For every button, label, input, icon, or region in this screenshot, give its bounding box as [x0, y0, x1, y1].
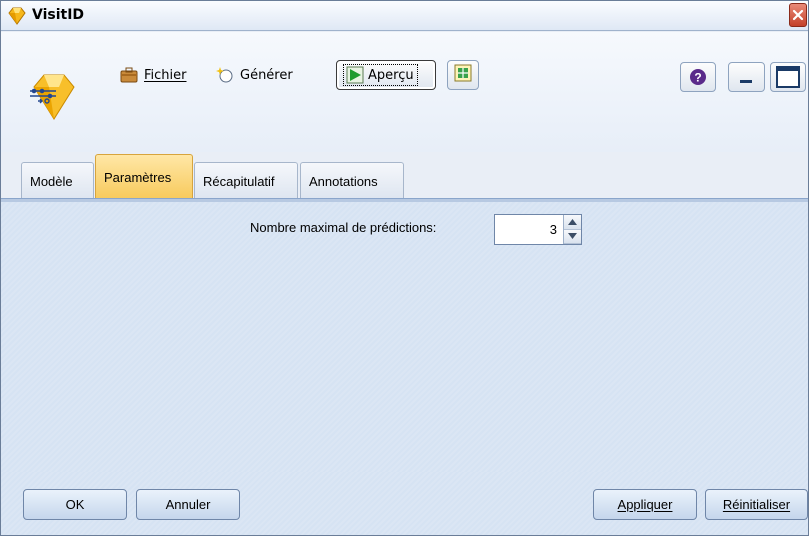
arrow-up-icon [568, 218, 577, 225]
tab-annotations[interactable]: Annotations [300, 162, 404, 200]
help-button[interactable]: ? [680, 62, 716, 92]
apply-label: Appliquer [617, 497, 673, 512]
apply-button[interactable]: Appliquer [593, 489, 697, 520]
cancel-label: Annuler [165, 497, 211, 512]
fichier-label: Fichier [144, 67, 187, 83]
spin-down-button[interactable] [564, 229, 581, 244]
minimize-icon [740, 80, 752, 83]
tab-recapitulatif[interactable]: Récapitulatif [194, 162, 298, 200]
tab-label: Annotations [309, 174, 378, 189]
toolbar: Fichier Générer Aperçu ? [1, 32, 808, 152]
tab-label: Modèle [30, 174, 73, 189]
tab-parametres[interactable]: Paramètres [95, 154, 193, 200]
max-predictions-label: Nombre maximal de prédictions: [250, 220, 437, 235]
tab-label: Paramètres [104, 170, 172, 185]
reset-label: Réinitialiser [722, 497, 791, 512]
table-grid-icon [453, 63, 473, 87]
help-icon: ? [690, 69, 706, 85]
cancel-button[interactable]: Annuler [136, 489, 240, 520]
maximize-button[interactable] [770, 62, 806, 92]
title-bar[interactable]: VisitID [1, 1, 808, 31]
parameters-panel: Nombre maximal de prédictions: [1, 202, 808, 472]
minimize-button[interactable] [728, 62, 765, 92]
generer-label: Générer [240, 67, 293, 83]
apercu-label: Aperçu [368, 67, 414, 83]
spin-up-button[interactable] [564, 215, 581, 230]
max-predictions-stepper[interactable] [494, 214, 582, 245]
model-node-icon [28, 67, 80, 123]
apercu-button[interactable]: Aperçu [336, 60, 436, 90]
maximize-icon [776, 66, 800, 88]
dialog-window: VisitID Fichier Générer Aperçu ? Modèle … [0, 0, 809, 536]
close-icon [792, 9, 804, 21]
close-button[interactable] [789, 3, 807, 27]
svg-text:?: ? [694, 71, 701, 85]
play-preview-icon [346, 66, 364, 84]
ok-button[interactable]: OK [23, 489, 127, 520]
button-bar: OK Annuler Appliquer Réinitialiser [1, 472, 808, 535]
tab-label: Récapitulatif [203, 174, 275, 189]
reset-button[interactable]: Réinitialiser [705, 489, 808, 520]
tab-strip: Modèle Paramètres Récapitulatif Annotati… [1, 152, 808, 200]
sparkle-icon [216, 66, 234, 84]
window-title: VisitID [32, 7, 85, 23]
fichier-menu[interactable]: Fichier [120, 62, 187, 88]
ok-label: OK [65, 497, 85, 512]
arrow-down-icon [568, 233, 577, 240]
table-output-button[interactable] [447, 60, 479, 90]
spinner-buttons [563, 215, 581, 244]
max-predictions-input[interactable] [495, 215, 563, 244]
diamond-model-icon [7, 6, 27, 26]
tab-modele[interactable]: Modèle [21, 162, 94, 200]
briefcase-icon [120, 66, 138, 84]
generer-menu[interactable]: Générer [216, 62, 293, 88]
